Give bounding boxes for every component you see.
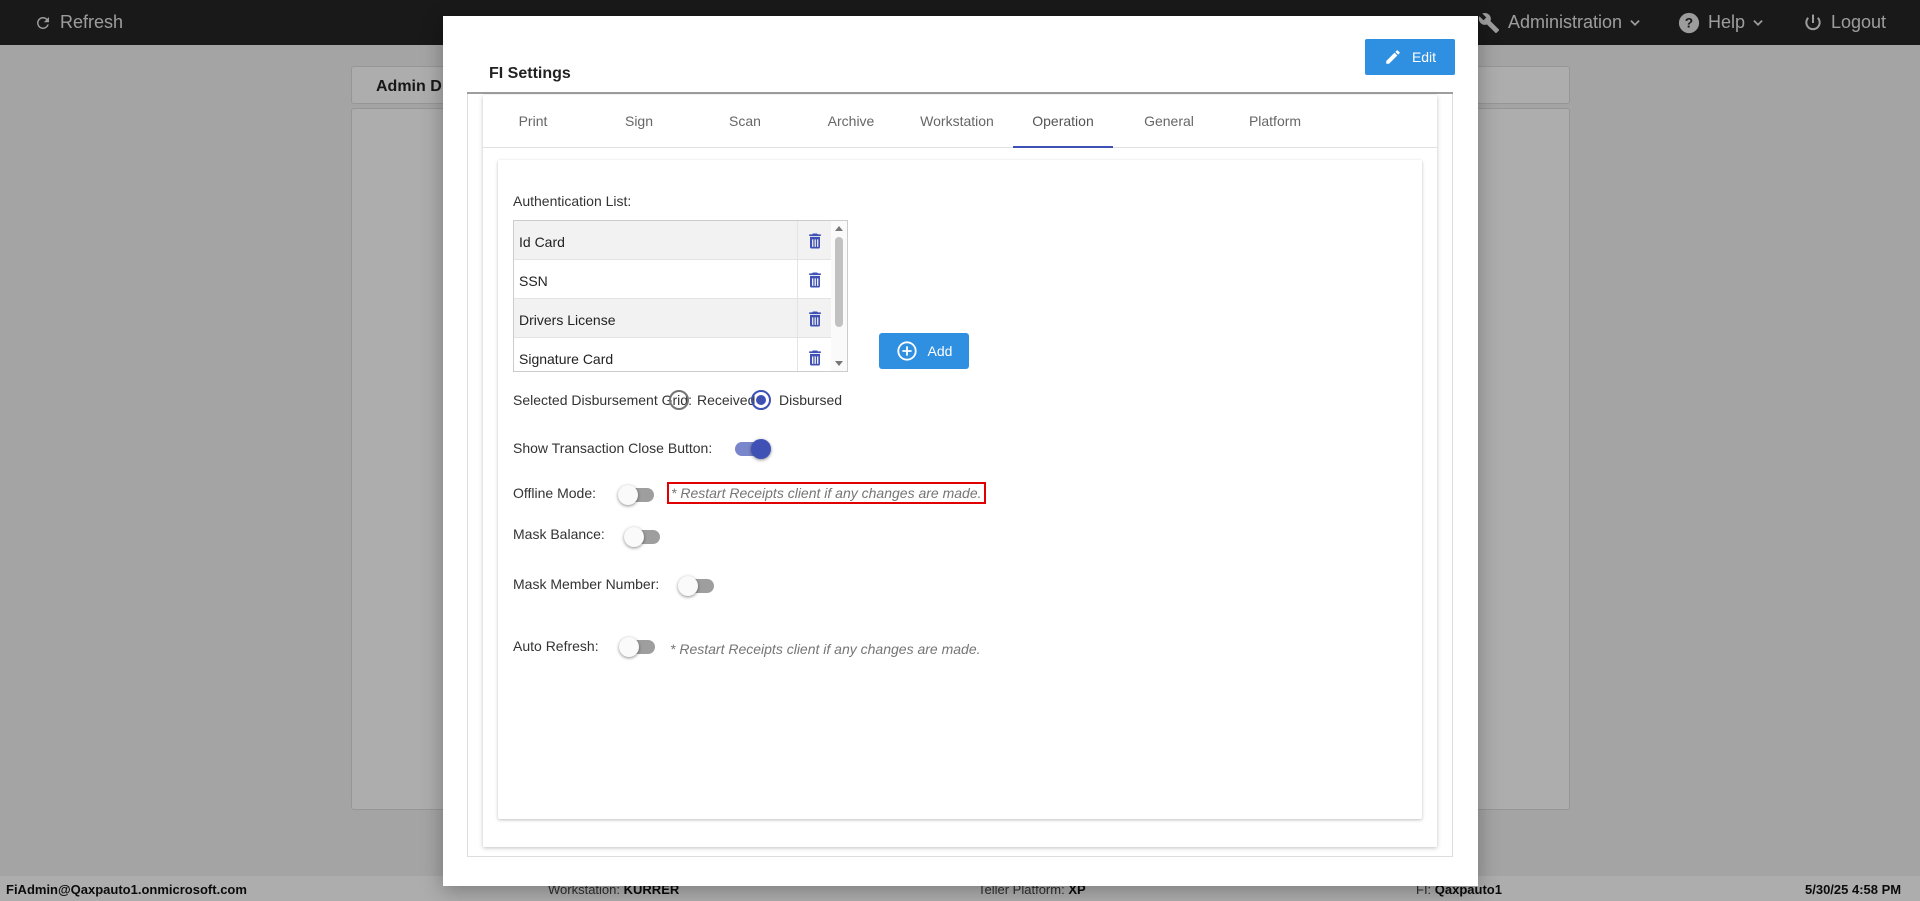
mask-member-toggle[interactable] [678, 576, 714, 596]
delete-button[interactable] [797, 299, 831, 338]
trash-icon [808, 311, 821, 326]
disbursed-label: Disbursed [779, 392, 843, 408]
add-label: Add [927, 343, 953, 359]
auth-item-label: Signature Card [519, 351, 614, 367]
scroll-thumb[interactable] [835, 237, 843, 327]
list-scrollbar[interactable] [831, 221, 847, 371]
list-item[interactable]: Drivers License [514, 299, 831, 338]
show-close-label: Show Transaction Close Button: [513, 440, 713, 456]
scroll-up-icon[interactable] [835, 226, 843, 231]
modal-title: FI Settings [489, 65, 571, 82]
auth-item-label: SSN [519, 273, 548, 289]
auto-refresh-toggle[interactable] [619, 637, 655, 657]
modal-header: FI Settings [467, 39, 1453, 94]
auto-refresh-restart-note: * Restart Receipts client if any changes… [670, 641, 981, 657]
received-label: Received [697, 392, 756, 408]
offline-toggle[interactable] [618, 485, 654, 505]
trash-icon [808, 350, 821, 365]
delete-button[interactable] [797, 221, 831, 260]
auth-item-label: Drivers License [519, 312, 616, 328]
show-close-toggle[interactable] [733, 439, 771, 459]
settings-card: Print Sign Scan Archive Workstation Oper… [483, 95, 1437, 847]
list-item[interactable]: SSN [514, 260, 831, 299]
mask-balance-toggle[interactable] [624, 527, 660, 547]
tab-operation[interactable]: Operation [1013, 95, 1113, 148]
auto-refresh-label: Auto Refresh: [513, 638, 599, 654]
add-button[interactable]: Add [879, 333, 969, 369]
trash-icon [808, 233, 821, 248]
tab-workstation[interactable]: Workstation [907, 95, 1007, 148]
settings-tabs: Print Sign Scan Archive Workstation Oper… [483, 95, 1437, 148]
disbursement-label: Selected Disbursement Grid: [513, 392, 692, 408]
pencil-icon [1386, 50, 1400, 64]
tab-print[interactable]: Print [483, 95, 583, 148]
edit-button[interactable]: Edit [1365, 39, 1455, 75]
tab-scan[interactable]: Scan [695, 95, 795, 148]
offline-label: Offline Mode: [513, 485, 597, 501]
delete-button[interactable] [797, 260, 831, 299]
tab-platform[interactable]: Platform [1225, 95, 1325, 148]
list-item[interactable]: Id Card [514, 221, 831, 260]
delete-button[interactable] [797, 338, 831, 371]
edit-label: Edit [1411, 49, 1437, 65]
scroll-down-icon[interactable] [835, 361, 843, 366]
plus-circle-icon [896, 341, 917, 361]
mask-member-label: Mask Member Number: [513, 576, 660, 592]
tab-general[interactable]: General [1119, 95, 1219, 148]
tab-sign[interactable]: Sign [589, 95, 689, 148]
trash-icon [808, 272, 821, 287]
disbursed-radio[interactable] [751, 390, 771, 410]
auth-list[interactable]: Id Card SSN Drivers License Signature Ca… [513, 220, 848, 372]
received-radio[interactable] [669, 390, 689, 410]
auth-item-label: Id Card [519, 234, 565, 250]
operation-panel: Authentication List: Id Card SSN Drivers… [498, 160, 1422, 819]
offline-restart-note: * Restart Receipts client if any changes… [667, 482, 986, 504]
list-item[interactable]: Signature Card [514, 338, 831, 371]
tab-archive[interactable]: Archive [801, 95, 901, 148]
fi-settings-modal: FI Settings Edit Print Sign Scan Archive… [443, 16, 1478, 886]
mask-balance-label: Mask Balance: [513, 526, 605, 542]
auth-list-label: Authentication List: [513, 193, 632, 209]
